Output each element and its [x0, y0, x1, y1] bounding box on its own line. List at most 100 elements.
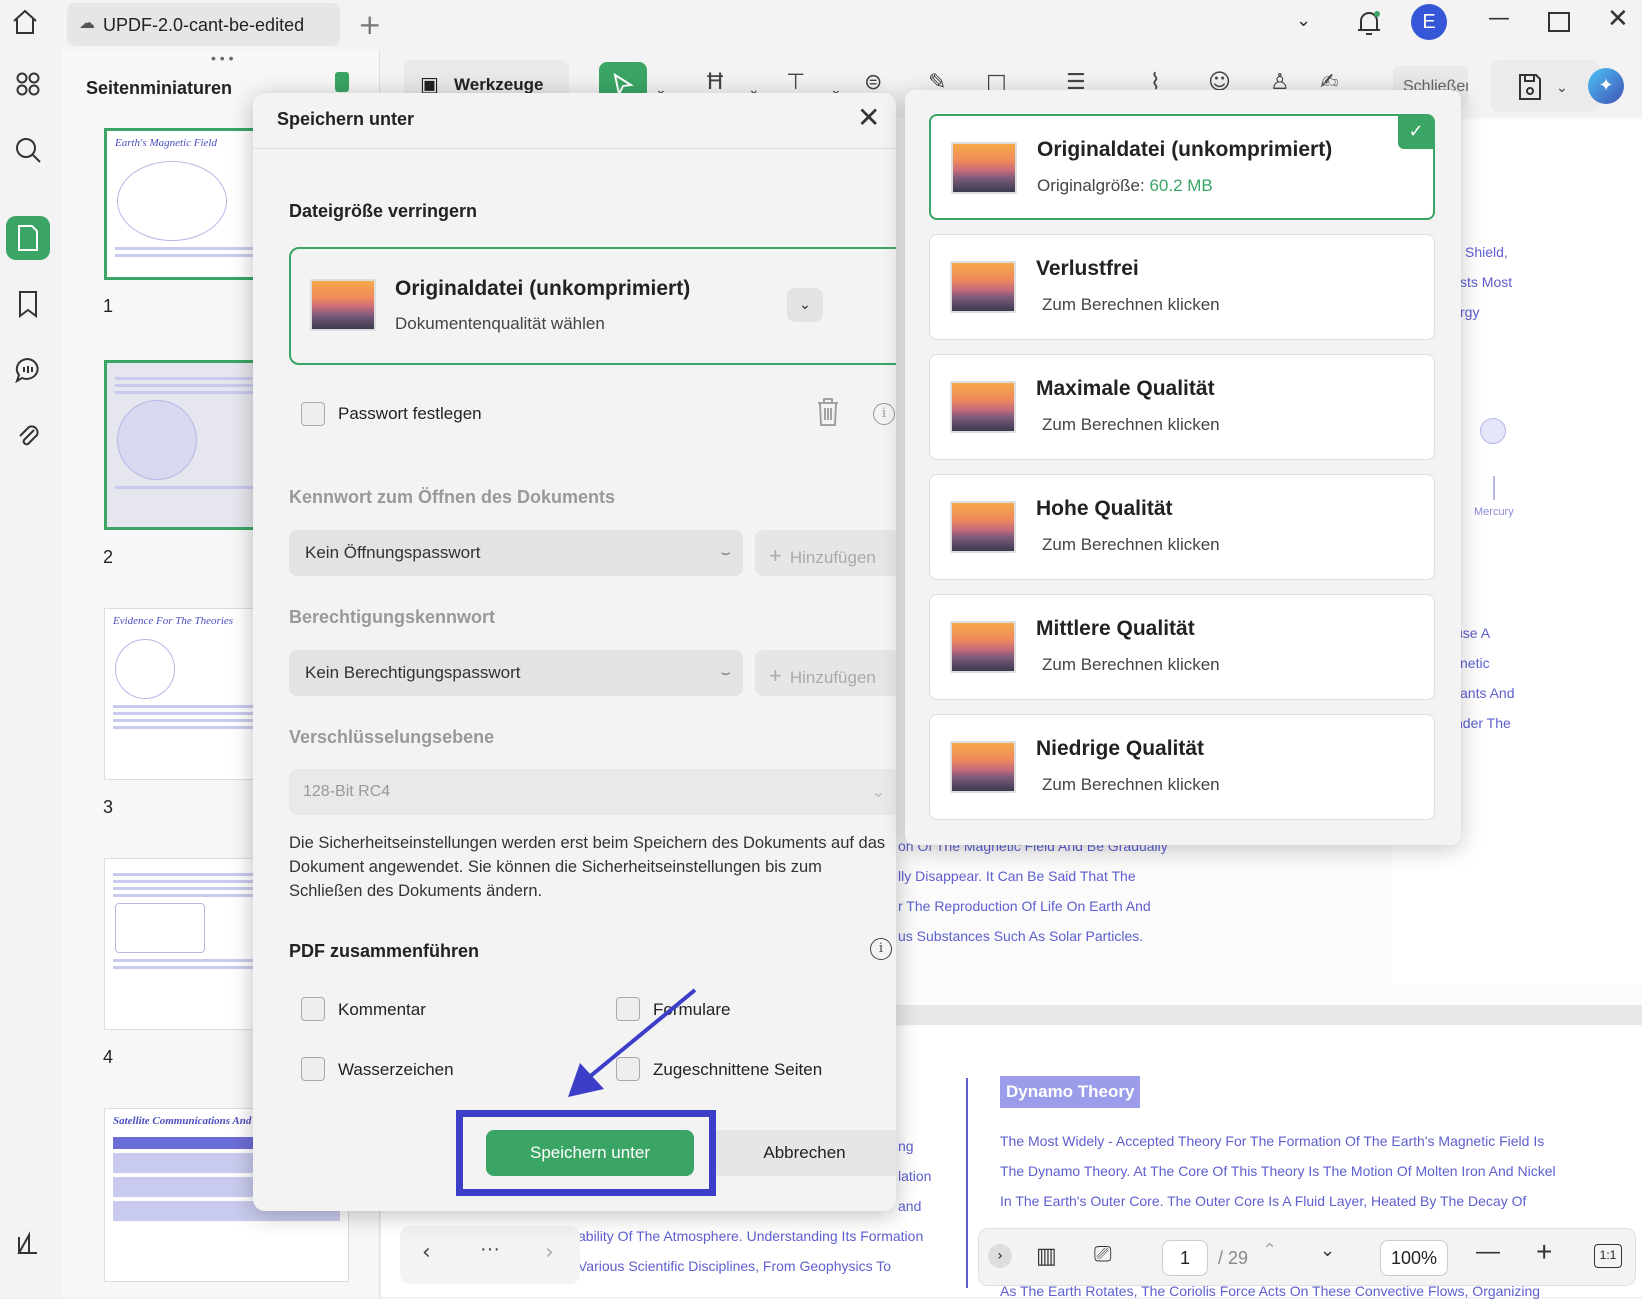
- close-icon[interactable]: ✕: [857, 101, 880, 134]
- tab-title: UPDF-2.0-cant-be-edited: [103, 15, 305, 35]
- prev-icon[interactable]: ‹: [422, 1240, 431, 1265]
- open-password-value: Kein Öffnungspasswort: [305, 543, 481, 562]
- permission-password-value: Kein Berechtigungspasswort: [305, 663, 521, 682]
- present-icon[interactable]: ⎚: [1094, 1242, 1112, 1267]
- next-icon[interactable]: ›: [545, 1240, 554, 1265]
- doc-text: ants And: [1460, 685, 1515, 701]
- attachment-icon[interactable]: [6, 414, 50, 458]
- expand-icon[interactable]: ›: [988, 1244, 1012, 1268]
- page-number-input[interactable]: 1: [1162, 1240, 1208, 1276]
- layers-icon[interactable]: [6, 1222, 50, 1266]
- zoom-in-icon[interactable]: +: [1536, 1236, 1552, 1268]
- image-thumbnail-icon: [950, 741, 1016, 793]
- size-label: Originalgröße:: [1037, 176, 1145, 195]
- window-close-icon[interactable]: ✕: [1607, 4, 1629, 34]
- minimize-icon[interactable]: —: [1488, 6, 1510, 31]
- home-icon[interactable]: [10, 7, 40, 44]
- left-rail: [0, 50, 62, 1297]
- doc-text: Shield,: [1465, 244, 1508, 260]
- option-title: Hohe Qualität: [1036, 497, 1173, 520]
- page-layout-icon[interactable]: ▥: [1036, 1244, 1057, 1269]
- watermark-checkbox[interactable]: [301, 1057, 325, 1081]
- ai-assistant-icon[interactable]: ✦: [1588, 68, 1624, 104]
- trash-icon[interactable]: [815, 396, 841, 433]
- image-thumbnail-icon: [950, 381, 1016, 433]
- bookmark-icon[interactable]: [6, 282, 50, 326]
- option-sub: Zum Berechnen klicken: [1042, 295, 1220, 314]
- password-checkbox[interactable]: [301, 402, 325, 426]
- comment-icon[interactable]: [6, 348, 50, 392]
- quality-hint: Dokumentenqualität wählen: [395, 314, 605, 333]
- quality-option-maximum[interactable]: Maximale Qualität Zum Berechnen klicken: [929, 354, 1435, 460]
- doc-text: netic: [1460, 655, 1490, 671]
- annotation-arrow: [568, 988, 697, 1097]
- textbox-tool-icon[interactable]: ⊤: [786, 70, 805, 95]
- more-icon[interactable]: ···: [480, 1238, 500, 1261]
- image-thumbnail-icon: [950, 261, 1016, 313]
- password-label: Passwort festlegen: [338, 404, 482, 423]
- reduce-size-heading: Dateigröße verringern: [289, 201, 478, 221]
- eye-closed-icon[interactable]: ⌣: [720, 662, 731, 682]
- new-tab-icon[interactable]: +: [358, 8, 381, 41]
- info-icon[interactable]: i: [873, 403, 895, 425]
- add-label: Hinzufügen: [789, 668, 876, 687]
- doc-text: The Most Widely - Accepted Theory For Th…: [1000, 1133, 1545, 1149]
- search-icon[interactable]: [6, 128, 50, 172]
- option-sub: Zum Berechnen klicken: [1042, 415, 1220, 434]
- doc-text: rgy: [1460, 304, 1480, 320]
- zoom-out-icon[interactable]: —: [1476, 1238, 1500, 1266]
- apps-grid-icon[interactable]: [6, 62, 50, 106]
- thumbnails-title: Seitenminiaturen: [86, 78, 233, 98]
- info-icon[interactable]: i: [870, 938, 892, 960]
- comment-checkbox[interactable]: [301, 997, 325, 1021]
- doc-rule: [966, 1078, 968, 1288]
- section-title: Dynamo Theory: [1000, 1076, 1141, 1108]
- actual-size-button[interactable]: 1:1: [1594, 1244, 1622, 1268]
- option-title: Maximale Qualität: [1036, 377, 1215, 400]
- add-open-password-button[interactable]: + Hinzufügen: [755, 530, 896, 576]
- thumbnail-number: 2: [103, 547, 114, 567]
- size-value: 60.2 MB: [1149, 176, 1213, 195]
- thumbnails-icon[interactable]: [6, 216, 50, 260]
- eye-closed-icon[interactable]: ⌣: [720, 542, 731, 562]
- add-permission-password-button[interactable]: + Hinzufügen: [755, 650, 896, 696]
- chevron-down-icon[interactable]: ⌄: [787, 288, 823, 322]
- chevron-down-icon[interactable]: ⌄: [1556, 80, 1568, 96]
- bell-icon[interactable]: [1355, 8, 1383, 43]
- option-size: Originalgröße: 60.2 MB: [1037, 176, 1213, 196]
- chevron-down-icon[interactable]: ⌄: [1296, 10, 1311, 31]
- text-tool-icon[interactable]: Ħ: [705, 70, 725, 95]
- quality-option-medium[interactable]: Mittlere Qualität Zum Berechnen klicken: [929, 594, 1435, 700]
- page-down-icon[interactable]: ⌄: [1320, 1240, 1335, 1261]
- quality-option-original[interactable]: Originaldatei (unkomprimiert) Originalgr…: [929, 114, 1435, 220]
- option-title: Mittlere Qualität: [1036, 617, 1195, 640]
- document-tab[interactable]: ☁ UPDF-2.0-cant-be-edited: [67, 3, 340, 46]
- doc-text: ability Of The Atmosphere. Understanding…: [578, 1228, 924, 1244]
- add-label: Hinzufügen: [789, 548, 876, 567]
- divider: [253, 148, 896, 149]
- open-password-field[interactable]: Kein Öffnungspasswort ⌣: [289, 530, 743, 576]
- maximize-icon[interactable]: [1548, 12, 1570, 32]
- zoom-level-input[interactable]: 100%: [1380, 1240, 1448, 1276]
- encryption-select[interactable]: 128-Bit RC4 ⌄: [289, 769, 896, 815]
- cloud-icon: ☁: [79, 15, 95, 32]
- avatar[interactable]: E: [1411, 4, 1447, 40]
- quality-option-lossless[interactable]: Verlustfrei Zum Berechnen klicken: [929, 234, 1435, 340]
- note-tool-icon[interactable]: ⊜: [864, 70, 882, 95]
- doc-text: ng: [898, 1138, 914, 1154]
- cancel-button[interactable]: Abbrechen: [713, 1130, 896, 1176]
- panel-handle[interactable]: • • •: [211, 50, 233, 66]
- quality-option-high[interactable]: Hohe Qualität Zum Berechnen klicken: [929, 474, 1435, 580]
- planet-figure: [1480, 418, 1506, 444]
- plus-icon: +: [769, 543, 782, 568]
- option-sub: Zum Berechnen klicken: [1042, 535, 1220, 554]
- page-up-icon[interactable]: ⌃: [1262, 1240, 1277, 1261]
- save-icon[interactable]: [1517, 72, 1543, 107]
- pin-icon[interactable]: [335, 72, 349, 92]
- page-total: / 29: [1218, 1248, 1249, 1268]
- doc-text: Various Scientific Disciplines, From Geo…: [578, 1258, 892, 1274]
- quality-option-low[interactable]: Niedrige Qualität Zum Berechnen klicken: [929, 714, 1435, 820]
- thumbnail-number: 1: [103, 296, 114, 316]
- image-thumbnail-icon: [951, 142, 1017, 194]
- permission-password-field[interactable]: Kein Berechtigungspasswort ⌣: [289, 650, 743, 696]
